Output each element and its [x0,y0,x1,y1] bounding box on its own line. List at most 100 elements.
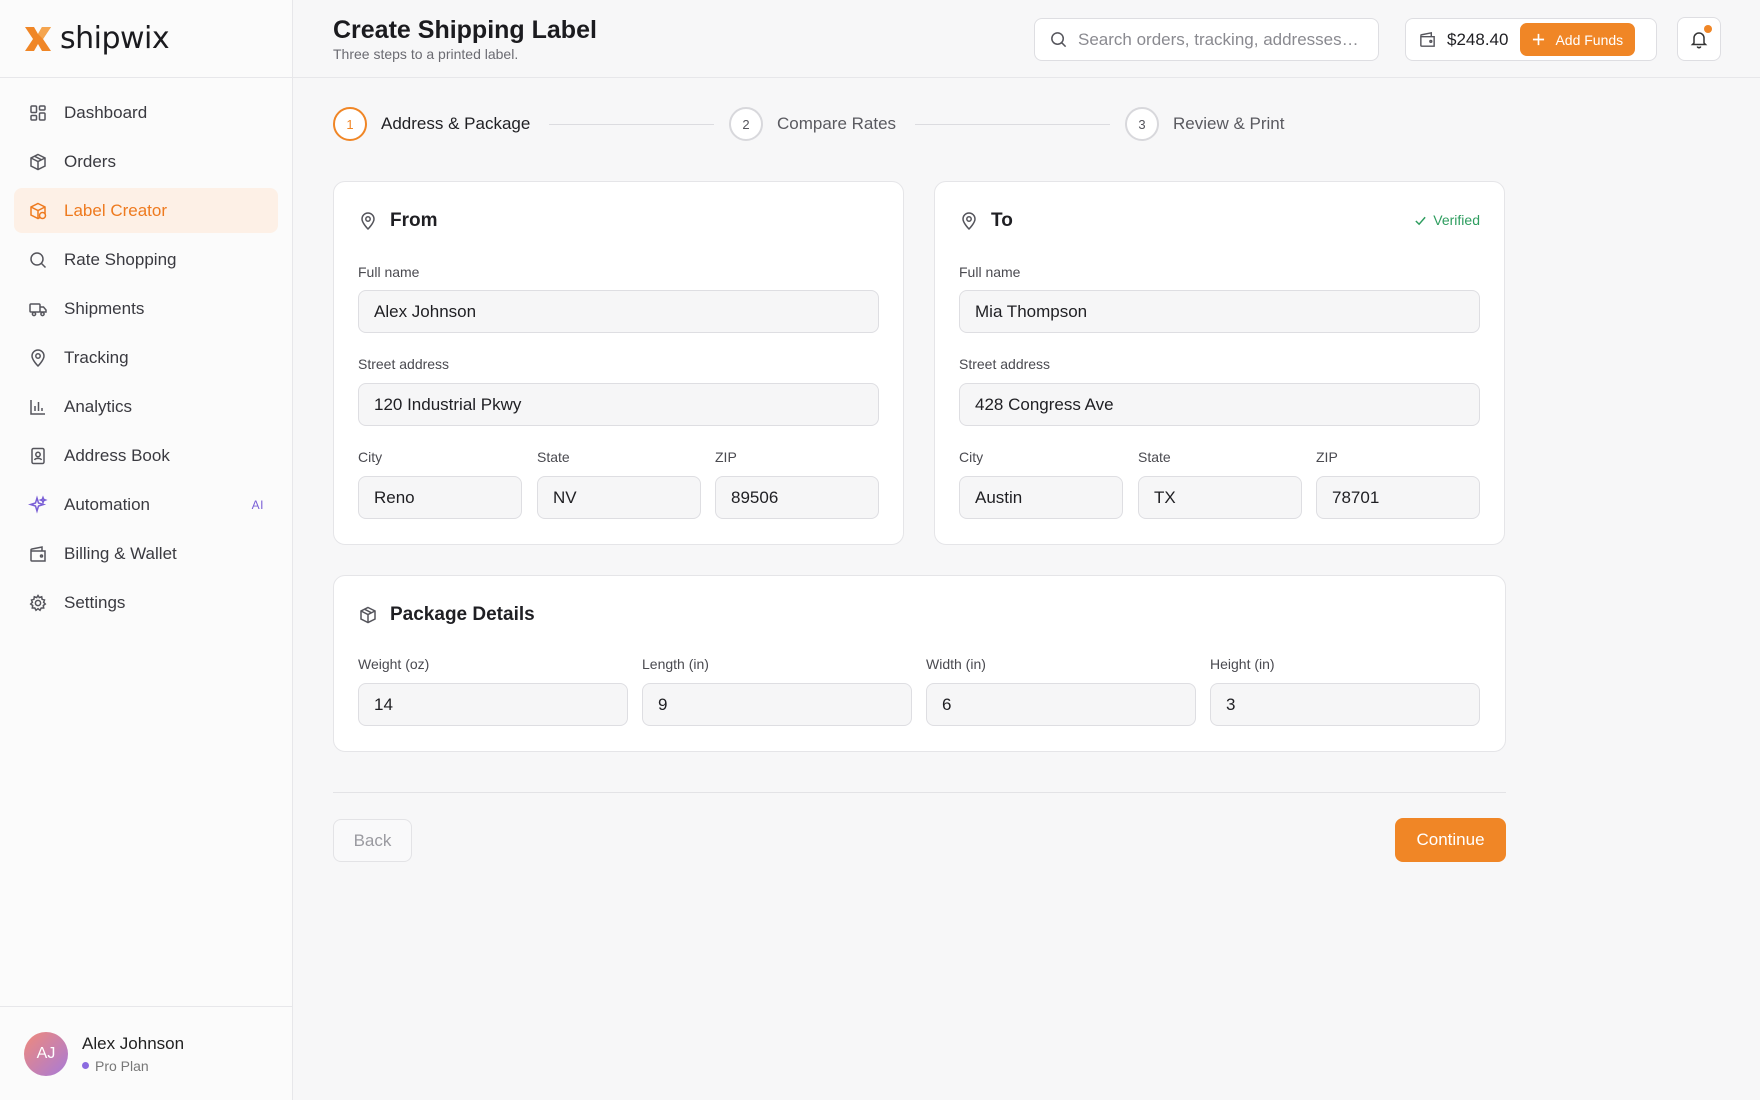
step-connector [549,124,714,125]
step-label: Address & Package [381,114,531,133]
sidebar-item-rate-shopping[interactable]: Rate Shopping [14,237,278,282]
full-name-label: Full name [358,264,420,280]
to-street-field[interactable] [959,383,1480,426]
sidebar-item-label: Orders [64,151,116,171]
notifications-button[interactable] [1677,17,1721,61]
avatar: AJ [24,1031,68,1076]
step-label: Compare Rates [777,114,897,133]
from-street-field[interactable] [358,383,879,426]
city-label: City [959,449,984,465]
street-label: Street address [358,356,450,372]
add-funds-label: Add Funds [1555,31,1624,48]
user-name: Alex Johnson [82,1033,185,1053]
box-icon [360,606,376,624]
check-icon [1415,216,1427,225]
step-address-package[interactable]: 1 Address & Package [333,107,530,141]
weight-field[interactable] [358,683,628,726]
to-address-card: To Verified Full name Street address Cit… [934,181,1505,545]
step-label: Review & Print [1173,114,1285,133]
step-compare-rates[interactable]: 2 Compare Rates [729,107,896,141]
sidebar-item-label: Analytics [64,396,133,416]
wallet-balance: $248.40 [1447,29,1509,49]
to-state-field[interactable] [1138,476,1302,519]
plan-label: Pro Plan [95,1057,149,1074]
wallet-icon [30,545,46,562]
search-icon [1051,32,1067,48]
step-connector [915,124,1110,125]
card-title: Package Details [358,604,535,626]
top-header: Create Shipping Label Three steps to a p… [293,0,1760,78]
continue-button[interactable]: Continue [1395,818,1506,862]
sidebar-item-label: Automation [64,494,150,514]
sidebar-item-billing-wallet[interactable]: Billing & Wallet [14,531,278,576]
length-field[interactable] [642,683,912,726]
stepper: 1 Address & Package 2 Compare Rates 3 Re… [333,107,1333,141]
plan-dot-icon [82,1062,89,1069]
brand[interactable]: shipwix [0,0,292,78]
width-field[interactable] [926,683,1196,726]
page-subtitle: Three steps to a printed label. [333,46,519,62]
sidebar-item-address-book[interactable]: Address Book [14,433,278,478]
sidebar-item-label: Billing & Wallet [64,543,177,563]
sidebar-item-shipments[interactable]: Shipments [14,286,278,331]
card-title-text: From [390,210,438,231]
user-plan: Pro Plan [82,1058,184,1074]
to-city-field[interactable] [959,476,1123,519]
zip-label: ZIP [1316,449,1338,465]
city-label: City [358,449,383,465]
search-input[interactable] [1078,29,1368,50]
from-zip-field[interactable] [715,476,879,519]
gear-icon [29,593,47,611]
map-pin-icon [31,348,45,367]
sidebar-item-label: Tracking [64,347,129,367]
contact-book-icon [31,447,45,464]
step-number: 2 [729,107,763,141]
sidebar-item-label: Settings [64,592,126,612]
search-bar[interactable] [1034,18,1379,61]
package-details-card: Package Details Weight (oz) Length (in) … [333,575,1506,752]
verified-badge: Verified [1414,212,1480,228]
from-full-name-field[interactable] [358,290,879,333]
to-full-name-field[interactable] [959,290,1480,333]
state-label: State [537,449,570,465]
sidebar-item-label: Rate Shopping [64,249,177,269]
card-title: To [959,210,1013,232]
card-title-text: Package Details [390,604,535,625]
zip-label: ZIP [715,449,737,465]
add-funds-button[interactable]: Add Funds [1520,23,1636,56]
state-label: State [1138,449,1171,465]
sparkles-icon [28,494,48,514]
street-label: Street address [959,356,1051,372]
search-icon [30,251,47,268]
sidebar-item-label: Address Book [64,445,170,465]
sidebar-item-automation[interactable]: Automation AI [14,482,278,527]
brand-name: shipwix [60,21,170,56]
step-review-print[interactable]: 3 Review & Print [1125,107,1284,141]
actions-divider [333,792,1506,793]
sidebar-item-label: Shipments [64,298,145,318]
full-name-label: Full name [959,264,1021,280]
sidebar: shipwix Dashboard Orders Label Creator R… [0,0,293,1100]
sidebar-item-orders[interactable]: Orders [14,139,278,184]
to-zip-field[interactable] [1316,476,1480,519]
page-title: Create Shipping Label [333,16,597,44]
verified-label: Verified [1433,212,1480,228]
grid-icon [30,104,46,121]
from-city-field[interactable] [358,476,522,519]
back-button[interactable]: Back [333,819,412,862]
sidebar-item-label: Label Creator [64,200,168,220]
notification-dot [1704,25,1712,33]
label-box-icon [30,202,47,219]
card-title-text: To [991,210,1013,231]
sidebar-item-label: Dashboard [64,102,148,122]
bar-chart-icon [30,399,45,415]
wallet-widget: $248.40 Add Funds [1405,18,1657,61]
from-state-field[interactable] [537,476,701,519]
user-profile[interactable]: AJ Alex Johnson Pro Plan [0,1006,293,1100]
sidebar-item-settings[interactable]: Settings [14,580,278,625]
sidebar-item-tracking[interactable]: Tracking [14,335,278,380]
sidebar-item-analytics[interactable]: Analytics [14,384,278,429]
sidebar-item-label-creator[interactable]: Label Creator [14,188,278,233]
height-field[interactable] [1210,683,1480,726]
sidebar-item-dashboard[interactable]: Dashboard [14,90,278,135]
